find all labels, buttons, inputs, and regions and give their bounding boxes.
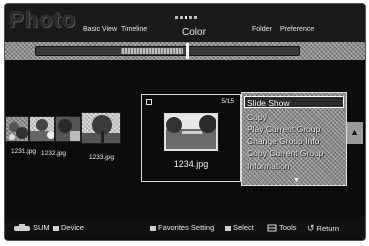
select-checkbox-icon[interactable]: [146, 99, 152, 105]
timeline-handle[interactable]: [186, 43, 189, 59]
photo-counter: 5/15: [221, 98, 234, 105]
timeline-band: [5, 42, 365, 60]
sum-button[interactable]: SUM: [13, 223, 50, 232]
enter-key-icon: [225, 225, 231, 231]
tab-color[interactable]: Color: [182, 27, 206, 38]
device-icon: [53, 225, 59, 231]
tree-photo-icon: [82, 115, 120, 143]
return-button[interactable]: ↺ Return: [307, 223, 339, 234]
device-label: Device: [61, 223, 84, 232]
tab-folder[interactable]: Folder: [252, 26, 272, 33]
menu-item-play-current-group[interactable]: Play Current Group: [247, 124, 320, 134]
menu-item-copy-current-group[interactable]: Copy Current Group: [247, 148, 324, 158]
photo-thumbnail[interactable]: [81, 112, 121, 144]
tab-basic-view[interactable]: Basic View: [83, 26, 117, 33]
menu-item-slide-show[interactable]: Slide Show: [247, 98, 290, 108]
tv-screen: Photo Basic View Timeline Color Folder P…: [4, 3, 366, 241]
thumbnail-label: 1233.jpg: [89, 154, 114, 161]
favorites-setting-button[interactable]: Favorites Setting: [150, 223, 214, 232]
focused-photo: [164, 113, 218, 151]
scroll-down-icon[interactable]: ▼: [293, 177, 300, 184]
focused-photo-card[interactable]: 5/15 1234.jpg: [141, 94, 241, 182]
photo-thumbnail[interactable]: [55, 116, 81, 142]
thumbnail-label: 1232.jpg: [41, 150, 66, 157]
menu-item-information[interactable]: Information: [247, 161, 290, 171]
tools-icon: [267, 224, 277, 232]
focused-photo-name: 1234.jpg: [173, 159, 209, 169]
app-logo: Photo: [9, 7, 77, 32]
side-scroll-tab[interactable]: ▲: [347, 122, 363, 144]
arrow-up-icon: ▲: [350, 127, 359, 137]
favorites-label: Favorites Setting: [158, 223, 215, 232]
menu-item-copy[interactable]: Copy: [247, 112, 267, 122]
menu-item-change-group-info[interactable]: Change Group Info: [247, 136, 319, 146]
timeline-segment: [121, 48, 183, 54]
photo-thumbnail[interactable]: [29, 116, 55, 142]
bottom-bar: SUM Device Favorites Setting Select Tool…: [5, 217, 365, 239]
timeline-scrollbar[interactable]: [35, 43, 300, 59]
square-key-icon: [150, 225, 156, 231]
tools-button[interactable]: Tools: [267, 223, 297, 232]
sum-label: SUM: [33, 223, 50, 232]
top-bar: Photo Basic View Timeline Color Folder P…: [5, 4, 365, 42]
select-button[interactable]: Select: [225, 223, 254, 232]
return-icon: ↺: [307, 223, 315, 233]
tools-label: Tools: [279, 223, 297, 232]
tab-timeline[interactable]: Timeline: [121, 26, 147, 33]
page-indicator: [175, 16, 197, 20]
photo-thumbnail[interactable]: [5, 116, 29, 142]
pier-photo-icon: [166, 115, 216, 149]
forest-photo-icon: [56, 117, 80, 141]
device-button[interactable]: Device: [53, 223, 84, 232]
garden-photo-icon: [30, 119, 54, 141]
return-label: Return: [316, 224, 340, 233]
tab-preference[interactable]: Preference: [280, 26, 314, 33]
thumbnail-label: 1231.jpg: [11, 148, 36, 155]
tools-menu: Slide Show Copy Play Current Group Chang…: [241, 92, 347, 186]
sum-icon: [14, 224, 30, 232]
flower-photo-icon: [9, 122, 28, 140]
select-label: Select: [233, 223, 254, 232]
